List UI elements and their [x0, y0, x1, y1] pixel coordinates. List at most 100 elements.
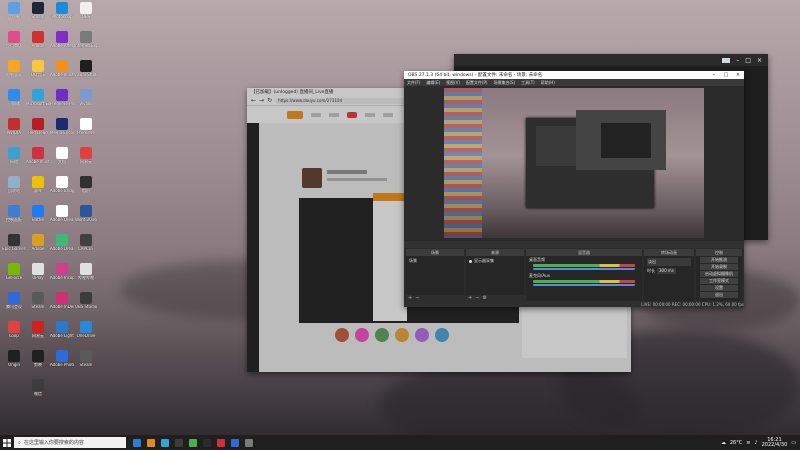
close-icon[interactable]: × [757, 57, 762, 64]
desktop-icon[interactable]: Red Dead [26, 118, 50, 142]
desktop-icon[interactable]: GeForce [2, 263, 26, 287]
volume-icon[interactable]: ♪ [754, 440, 757, 446]
desktop-icon[interactable]: Internet Explorer [74, 31, 98, 55]
login-popup[interactable] [373, 193, 407, 321]
desktop-icon[interactable]: Epic Games [2, 234, 26, 258]
notification-icon[interactable]: ▭ [791, 440, 796, 446]
taskbar-app-button[interactable] [158, 435, 172, 450]
desktop-icon[interactable]: Steam [26, 292, 50, 316]
eye-icon[interactable] [469, 259, 472, 263]
close-icon[interactable]: × [732, 72, 744, 78]
transition-select[interactable]: 淡出 [647, 258, 691, 266]
desktop-icon[interactable]: 腾讯会议 [2, 292, 26, 316]
volume-slider[interactable] [533, 268, 635, 270]
back-icon[interactable]: ← [251, 97, 256, 104]
minimize-icon[interactable]: – [736, 57, 739, 64]
taskbar-app-button[interactable] [228, 435, 242, 450]
desktop-icon[interactable]: UPlay [26, 263, 50, 287]
desktop-icon[interactable]: Loop [2, 321, 26, 345]
desktop-icon[interactable]: Microsoft Edge [26, 89, 50, 113]
obs-preview[interactable] [444, 88, 704, 238]
desktop-icon[interactable]: 微信 [26, 379, 50, 403]
desktop-icon[interactable]: Adobe After Effects [50, 31, 74, 55]
taskbar-app-button[interactable] [214, 435, 228, 450]
desktop-icon[interactable]: Steam [74, 350, 98, 374]
desktop-icon[interactable]: 剪映 [26, 350, 50, 374]
taskbar-app-button[interactable] [130, 435, 144, 450]
forward-icon[interactable]: → [259, 97, 264, 104]
taskbar-app-button[interactable] [144, 435, 158, 450]
obs-menu-item[interactable]: 文件(F) [407, 80, 420, 86]
taskbar-search[interactable]: ⌕ 在这里输入你要搜索的内容 [14, 437, 126, 448]
obs-titlebar[interactable]: OBS 27.1.3 (64 bit, windows) - 配置文件: 未命名… [404, 71, 744, 79]
desktop-icon[interactable]: Photoshop [50, 2, 74, 26]
desktop-icon[interactable]: OBS [74, 2, 98, 26]
desktop-icon[interactable]: Origin [2, 350, 26, 374]
taskbar-app-button[interactable] [172, 435, 186, 450]
desktop-icon[interactable]: Adobe Incopy [50, 263, 74, 287]
obs-control-button[interactable]: 开始推流 [700, 257, 738, 263]
desktop-icon[interactable]: Battle [26, 205, 50, 229]
obs-menu-item[interactable]: 配置文件(P) [466, 80, 488, 86]
desktop-icon[interactable]: 控制面板 [2, 205, 26, 229]
desktop-icon[interactable]: Adobe [26, 31, 50, 55]
obs-control-button[interactable]: 设置 [700, 285, 738, 291]
clock[interactable]: 16:21 2022/4/30 [762, 437, 788, 448]
desktop-icon[interactable]: 应用商店 [2, 31, 26, 55]
desktop-icon[interactable]: 网络 [2, 147, 26, 171]
desktop-icon[interactable]: Adobe Illustrator [26, 147, 50, 171]
obs-control-button[interactable]: 开始录制 [700, 264, 738, 270]
desktop-icon[interactable]: Adobe Illustrator [50, 60, 74, 84]
desktop-icon[interactable]: 回收站 [2, 176, 26, 200]
wifi-icon[interactable]: ≋ [746, 440, 750, 446]
desktop-icon[interactable]: Vivaldi [74, 89, 98, 113]
obs-control-button[interactable]: 启动虚拟摄像机 [700, 271, 738, 277]
obs-menu-item[interactable]: 编辑(E) [426, 80, 440, 86]
desktop-icon[interactable]: Word 2016 [74, 205, 98, 229]
desktop-icon[interactable]: Adobe Lightroom [50, 321, 74, 345]
desktop-icon[interactable]: 相机 [74, 176, 98, 200]
obs-menu-item[interactable]: 场景集合(S) [493, 80, 515, 86]
desktop-icon[interactable]: 网易云 [26, 321, 50, 345]
desktop-icon[interactable]: QQ音乐 [26, 60, 50, 84]
desktop-icon[interactable]: Media Encoder [50, 118, 74, 142]
obs-control-button[interactable]: 退出 [700, 292, 738, 298]
minimize-icon[interactable]: – [708, 72, 720, 78]
maximize-icon[interactable]: □ [745, 57, 751, 64]
desktop-icon[interactable]: 网易云 [74, 147, 98, 171]
taskbar-app-button[interactable] [242, 435, 256, 450]
desktop-icon[interactable]: 文档 [50, 147, 74, 171]
volume-slider[interactable] [533, 284, 635, 286]
obs-control-button[interactable]: 工作室模式 [700, 278, 738, 284]
refresh-icon[interactable]: ↻ [267, 97, 272, 104]
desktop-icon[interactable]: 电脑管家 [2, 60, 26, 84]
desktop-icon[interactable]: 小鹅通 [2, 89, 26, 113]
source-item[interactable]: 显示器采集 [466, 256, 524, 266]
streamer-avatar[interactable] [302, 168, 322, 188]
obs-menu-item[interactable]: 工具(T) [521, 80, 535, 86]
scene-item[interactable]: 场景 [406, 256, 464, 266]
desktop-icon[interactable]: Premiere [74, 118, 98, 142]
obs-menu-item[interactable]: 视图(V) [446, 80, 460, 86]
desktop-icon[interactable]: Steam [26, 2, 50, 26]
desktop-icon[interactable]: Adobe [26, 234, 50, 258]
desktop-icon[interactable]: Adobe Dreamweaver [50, 234, 74, 258]
desktop-icon[interactable]: Adobe InDesign [50, 292, 74, 316]
weather-temp[interactable]: 26°C [730, 440, 742, 446]
desktop-icon[interactable]: 哔哩哔哩 [74, 263, 98, 287]
start-button[interactable] [0, 435, 14, 450]
taskbar-app-button[interactable] [186, 435, 200, 450]
browser-tab-title[interactable]: 【已加载】(unlogged) 直播间_Live直播 [251, 89, 333, 95]
site-logo[interactable] [287, 111, 303, 119]
desktop-icon[interactable]: 赛车 [26, 176, 50, 200]
desktop-icon[interactable]: OBS Studio [74, 292, 98, 316]
maximize-icon[interactable]: □ [720, 72, 732, 78]
desktop-icon[interactable]: Premiere Pro [50, 89, 74, 113]
desktop-icon[interactable]: Adobe Photoshop [50, 350, 74, 374]
desktop-icon[interactable]: OneDrive [74, 321, 98, 345]
weather-icon[interactable]: ☁ [721, 440, 726, 446]
desktop-icon[interactable]: NVIDIA [2, 118, 26, 142]
desktop-icon[interactable]: 此电脑 [2, 2, 26, 26]
duration-input[interactable]: 300 ms [657, 268, 676, 274]
desktop-icon[interactable]: CAPCUT [74, 234, 98, 258]
